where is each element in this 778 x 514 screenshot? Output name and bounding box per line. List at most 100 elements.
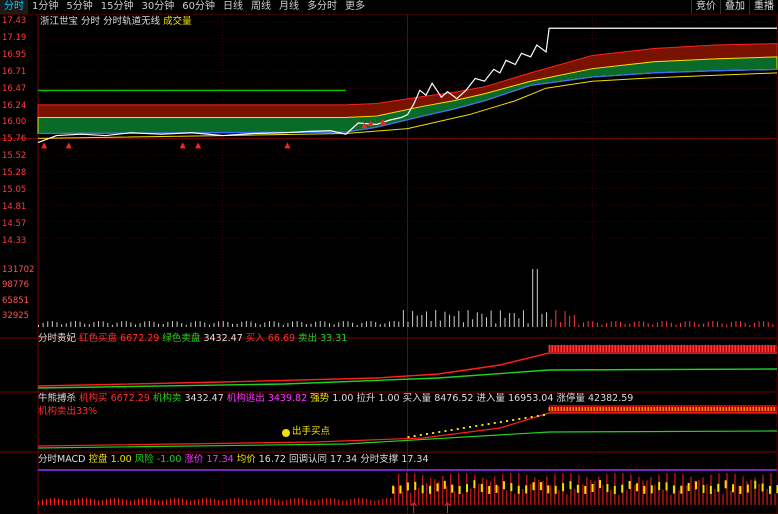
macd-bar bbox=[222, 500, 224, 505]
macd-bar bbox=[758, 483, 760, 505]
macd-bar bbox=[98, 500, 100, 505]
volume-bar bbox=[227, 321, 229, 327]
volume-bar bbox=[93, 322, 95, 327]
macd-yellow bbox=[687, 482, 690, 491]
macd-bar bbox=[226, 499, 228, 505]
buy-mark bbox=[179, 142, 186, 149]
macd-bar bbox=[266, 498, 268, 505]
macd-bar bbox=[106, 499, 108, 505]
buy-point-marker: 出手买点 bbox=[292, 426, 331, 437]
volume-bar bbox=[65, 323, 67, 327]
volume-bar bbox=[61, 324, 63, 327]
volume-bar bbox=[98, 321, 100, 327]
volume-bar bbox=[412, 311, 414, 327]
macd-bar bbox=[390, 498, 392, 505]
macd-yellow bbox=[650, 485, 653, 494]
title-b: 分时轨道无线 bbox=[103, 16, 161, 27]
panel2-dot bbox=[407, 436, 410, 438]
volume-bars bbox=[38, 269, 774, 327]
volume-bar bbox=[171, 321, 173, 327]
macd-bar bbox=[278, 499, 280, 505]
macd-bar bbox=[130, 500, 132, 505]
panel2-name: 牛熊搏杀 bbox=[38, 393, 77, 404]
tab-4[interactable]: 30分钟 bbox=[137, 0, 178, 14]
macd-bar bbox=[230, 498, 232, 505]
buy-mark bbox=[65, 142, 72, 149]
panel2-dot bbox=[425, 433, 428, 435]
macd-bar bbox=[166, 499, 168, 505]
price-tick: 16.24 bbox=[2, 100, 27, 111]
volume-bar bbox=[38, 325, 39, 327]
volume-bar bbox=[675, 324, 677, 327]
panel2-title: 牛熊搏杀 机构买 6672.29 机构卖 3432.47 机构逃出 3439.8… bbox=[38, 393, 633, 405]
tab-2[interactable]: 5分钟 bbox=[62, 0, 96, 14]
volume-bar bbox=[116, 322, 118, 327]
price-tick: 15.28 bbox=[2, 168, 27, 179]
panel2-dot bbox=[419, 434, 422, 436]
tab-3[interactable]: 15分钟 bbox=[97, 0, 138, 14]
macd-bar bbox=[162, 500, 164, 505]
top-right-btn-1[interactable]: 叠加 bbox=[720, 0, 749, 14]
volume-bar bbox=[111, 324, 113, 327]
tab-8[interactable]: 月线 bbox=[275, 0, 303, 14]
panel2-dot bbox=[432, 432, 435, 434]
tab-6[interactable]: 日线 bbox=[219, 0, 247, 14]
tab-5[interactable]: 60分钟 bbox=[178, 0, 219, 14]
volume-bar bbox=[158, 323, 160, 327]
macd-bar bbox=[262, 498, 264, 505]
volume-bar bbox=[513, 312, 515, 327]
macd-bar bbox=[102, 500, 104, 505]
top-right-btn-0[interactable]: 竞价 bbox=[691, 0, 720, 14]
top-right-btn-2[interactable]: 重播 bbox=[749, 0, 778, 14]
panel2-dot bbox=[469, 426, 472, 428]
macd-bar bbox=[378, 499, 380, 505]
zzl-label: 涨停量 bbox=[556, 393, 585, 404]
macd-yellow bbox=[554, 485, 557, 494]
macd-bar bbox=[242, 498, 244, 505]
volume-bar bbox=[518, 318, 520, 327]
volume-bar bbox=[379, 324, 381, 327]
macd-bar bbox=[254, 500, 256, 505]
macd-yellow bbox=[621, 484, 624, 493]
panel2-dot bbox=[512, 419, 515, 421]
macd-bar bbox=[318, 499, 320, 505]
macd-bar bbox=[538, 479, 540, 505]
jgs-label: 机构卖 bbox=[152, 393, 182, 404]
volume-bar bbox=[218, 321, 220, 327]
volume-bar bbox=[139, 323, 141, 327]
volume-bar bbox=[730, 322, 732, 327]
volume-bar bbox=[744, 322, 746, 327]
macd-bar bbox=[662, 489, 664, 505]
macd-bar bbox=[730, 490, 732, 505]
tab-9[interactable]: 多分时 bbox=[303, 0, 341, 14]
tab-1[interactable]: 1分钟 bbox=[28, 0, 62, 14]
macd-bar bbox=[386, 498, 388, 505]
panel2-dot bbox=[481, 424, 484, 426]
volume-bar bbox=[481, 313, 483, 327]
macd-yellow bbox=[502, 481, 505, 490]
panel1-title: 分时贵妃 红色买盘 6672.29 绿色卖盘 3432.47 买入 66.69 … bbox=[38, 333, 347, 345]
macd-yellow bbox=[547, 485, 550, 494]
institution-sell-note: 机构卖出33% bbox=[38, 406, 98, 417]
macd-bar bbox=[546, 476, 548, 505]
volume-bar bbox=[231, 323, 233, 327]
price-tick: 16.47 bbox=[2, 83, 27, 94]
macd-bar bbox=[302, 498, 304, 505]
macd-yellow bbox=[584, 485, 587, 494]
macd-bar bbox=[314, 500, 316, 505]
qs-label: 强势 bbox=[310, 393, 330, 404]
tab-7[interactable]: 周线 bbox=[247, 0, 275, 14]
volume-bar bbox=[758, 321, 760, 327]
volume-bar bbox=[361, 322, 363, 327]
volume-bar bbox=[195, 321, 197, 327]
volume-bar bbox=[213, 323, 215, 327]
macd-bar bbox=[78, 498, 80, 505]
tab-0[interactable]: 分时 bbox=[0, 0, 28, 14]
tab-10[interactable]: 更多 bbox=[341, 0, 369, 14]
volume-bar bbox=[352, 322, 354, 327]
volume-bar bbox=[319, 321, 321, 327]
macd-yellow bbox=[392, 485, 395, 494]
macd-bar bbox=[218, 500, 220, 505]
volume-bar bbox=[476, 312, 478, 327]
volume-bar bbox=[121, 321, 123, 327]
